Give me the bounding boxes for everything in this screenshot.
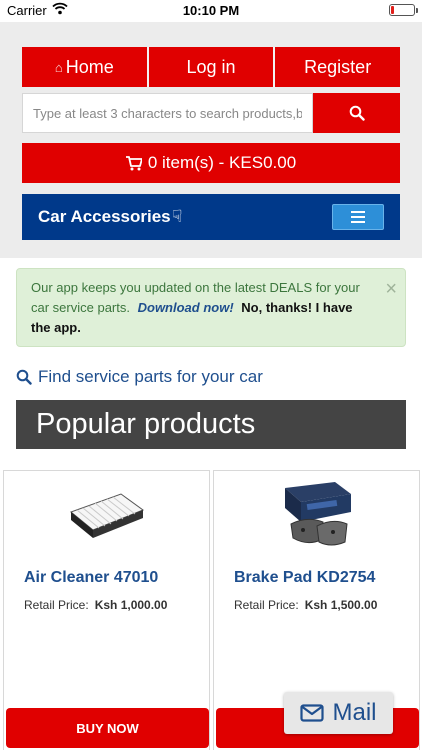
product-image[interactable] — [214, 476, 419, 556]
find-parts-label: Find service parts for your car — [38, 367, 263, 386]
category-bar: Car Accessories ☟ — [22, 194, 400, 240]
download-link[interactable]: Download now! — [138, 300, 234, 315]
section-title: Popular products — [16, 400, 406, 449]
login-button[interactable]: Log in — [148, 47, 276, 87]
home-label: Home — [65, 56, 114, 77]
close-icon[interactable]: × — [385, 279, 397, 299]
status-bar: Carrier 10:10 PM — [0, 0, 422, 22]
search-button[interactable] — [313, 93, 400, 133]
product-price: Retail Price: Ksh 1,000.00 — [24, 598, 167, 612]
home-icon: ⌂ — [54, 59, 63, 75]
buy-now-button[interactable]: BUY NOW — [6, 708, 209, 748]
product-image[interactable] — [4, 476, 209, 556]
battery-icon — [389, 4, 418, 16]
product-name[interactable]: Air Cleaner 47010 — [24, 569, 158, 587]
category-label: Car Accessories — [38, 207, 171, 226]
login-label: Log in — [186, 56, 236, 77]
find-parts-link[interactable]: Find service parts for your car — [16, 367, 263, 387]
search-icon — [16, 369, 32, 385]
app-promo-alert: Our app keeps you updated on the latest … — [16, 268, 406, 347]
cart-icon — [125, 155, 142, 170]
register-button[interactable]: Register — [275, 47, 401, 87]
clock: 10:10 PM — [182, 3, 240, 18]
product-price: Retail Price: Ksh 1,500.00 — [234, 598, 377, 612]
envelope-icon — [300, 704, 325, 722]
search-input[interactable] — [22, 93, 313, 133]
hand-pointer-icon: ☟ — [172, 207, 183, 226]
brake-pad-image — [284, 482, 351, 546]
register-label: Register — [304, 56, 372, 77]
top-navigation: ⌂ Home Log in Register — [22, 47, 401, 87]
price-value: Ksh 1,000.00 — [94, 598, 168, 612]
price-label: Retail Price: — [234, 598, 299, 612]
home-button[interactable]: ⌂ Home — [22, 47, 149, 87]
cart-button[interactable]: 0 item(s) - KES0.00 — [22, 143, 400, 183]
search-bar — [22, 93, 400, 133]
mail-button[interactable]: Mail — [284, 692, 393, 734]
hamburger-icon — [351, 211, 365, 213]
menu-toggle-button[interactable] — [332, 204, 384, 230]
mail-label: Mail — [332, 699, 377, 726]
price-value: Ksh 1,500.00 — [304, 598, 378, 612]
product-card: Air Cleaner 47010 Retail Price: Ksh 1,000… — [3, 470, 210, 750]
search-icon — [349, 105, 365, 121]
product-name[interactable]: Brake Pad KD2754 — [234, 569, 375, 587]
cart-summary: 0 item(s) - KES0.00 — [147, 153, 297, 172]
air-filter-image — [69, 493, 144, 538]
price-label: Retail Price: — [24, 598, 89, 612]
